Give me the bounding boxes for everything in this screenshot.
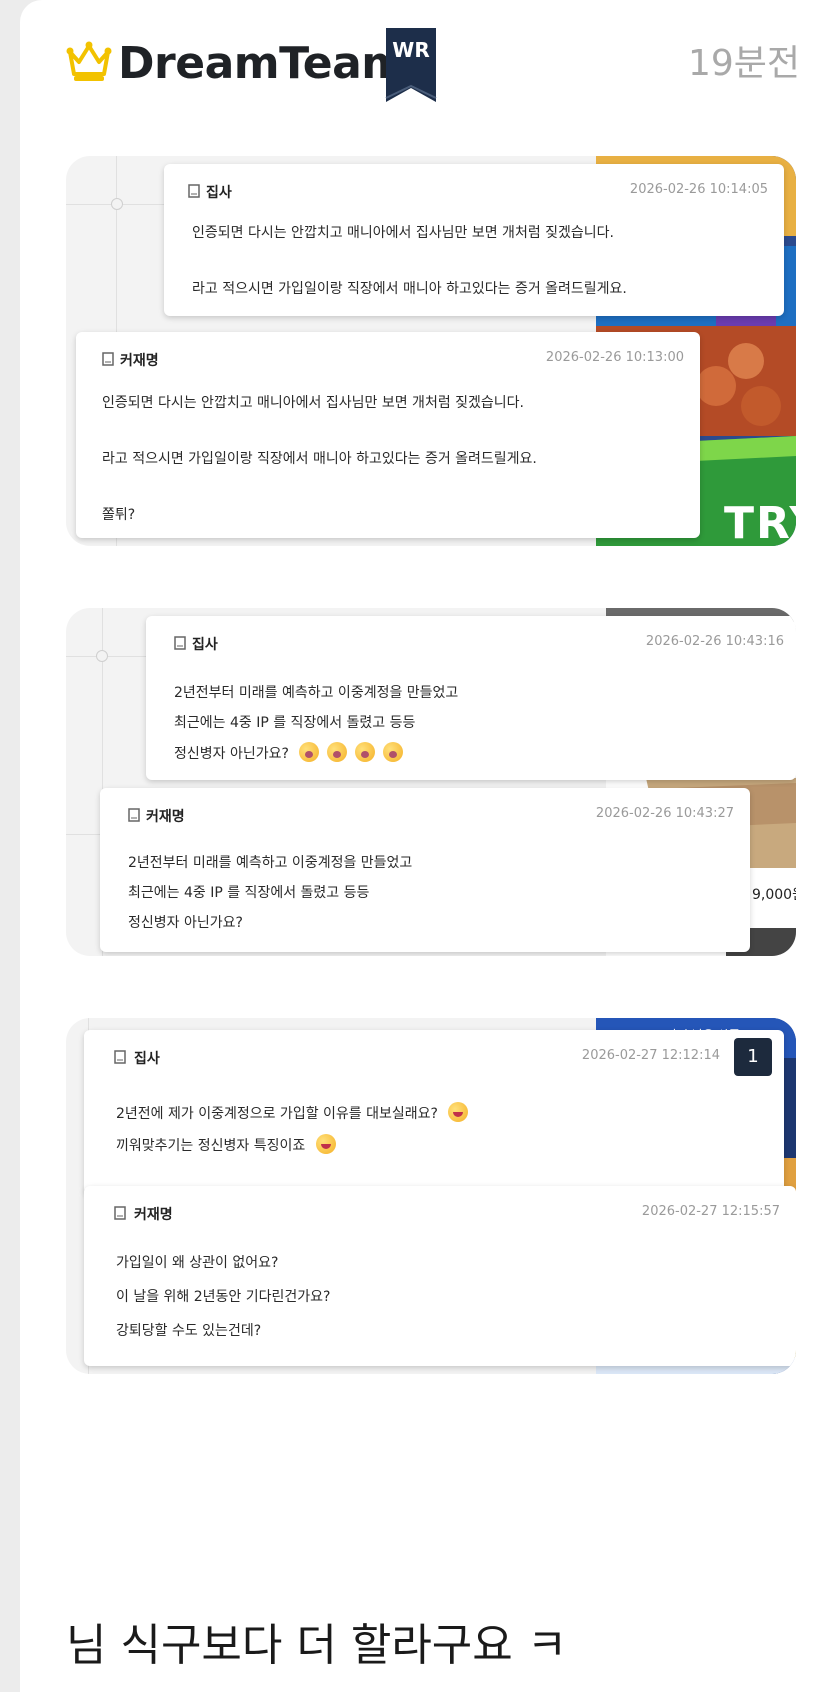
comment-text: 2년전에 제가 이중계정으로 가입할 이유를 대보실래요?: [116, 1106, 438, 1122]
comment-author: 집사: [134, 1051, 160, 1067]
comment-line: 이 날을 위해 2년동안 기다린건가요?: [116, 1289, 331, 1305]
comment-timestamp: 2026-02-27 12:12:14: [581, 1048, 720, 1063]
comment-top-2: 집사 2026-02-26 10:43:16 2년전부터 미래를 예측하고 이중…: [146, 616, 796, 780]
comment-line: 인증되면 다시는 안깝치고 매니아에서 집사님만 보면 개처럼 짖겠습니다.: [192, 225, 614, 241]
product-price-text: 9,000원: [752, 887, 796, 903]
comment-timestamp: 2026-02-26 10:13:00: [545, 350, 684, 365]
grade-icon: [114, 1050, 126, 1064]
comment-top-3: 집사 2026-02-27 12:12:14 1 2년전에 제가 이중계정으로 …: [84, 1030, 784, 1194]
comment-line: 쫄튀?: [102, 507, 136, 523]
comment-timestamp: 2026-02-26 10:14:05: [629, 182, 768, 197]
comment-line: 끼워맞추기는 정신병자 특징이죠: [116, 1134, 344, 1155]
grade-icon: [102, 352, 114, 366]
comment-timestamp: 2026-02-26 10:43:27: [595, 806, 734, 821]
comment-bottom-3: 커재명 2026-02-27 12:15:57 가입일이 왜 상관이 없어요? …: [84, 1186, 796, 1366]
comment-author: 집사: [192, 637, 218, 653]
grade-icon: [114, 1206, 126, 1220]
comment-text: 정신병자 아닌가요?: [174, 746, 289, 762]
comment-top-1: 집사 2026-02-26 10:14:05 인증되면 다시는 안깝치고 매니아…: [164, 164, 784, 316]
screenshot-image-3: 마진 남은 상품 집사 2026-02-27 12:12:14 1 2년전에 제…: [66, 1018, 796, 1374]
post-card: DreamTeam WR 19분전 TRY 집사 20: [20, 0, 840, 1692]
comment-author: 커재명: [146, 809, 185, 825]
grade-icon: [174, 636, 186, 650]
wr-badge-label: WR: [392, 38, 430, 62]
comment-line: 인증되면 다시는 안깝치고 매니아에서 집사님만 보면 개처럼 짖겠습니다.: [102, 395, 524, 411]
comment-line: 정신병자 아닌가요?: [174, 742, 411, 763]
game-thumbnail-text: TRY: [724, 498, 796, 546]
comment-line: 라고 적으시면 가입일이랑 직장에서 매니아 하고있다는 증거 올려드릴게요.: [192, 281, 627, 297]
post-body-text: 님 식구보다 더 할라구요 ㅋ: [66, 1620, 568, 1671]
comment-line: 2년전에 제가 이중계정으로 가입할 이유를 대보실래요?: [116, 1102, 476, 1123]
comment-line: 최근에는 4중 IP 를 직장에서 돌렸고 등등: [128, 885, 370, 901]
comment-text: 끼워맞추기는 정신병자 특징이죠: [116, 1138, 306, 1154]
crying-emoji-icon: [355, 742, 376, 762]
laughing-emoji-icon: [448, 1102, 469, 1122]
crying-emoji-icon: [383, 742, 404, 762]
comment-line: 강퇴당할 수도 있는건데?: [116, 1323, 262, 1339]
post-time-ago: 19분전: [687, 43, 800, 84]
comment-line: 2년전부터 미래를 예측하고 이중계정을 만들었고: [174, 685, 459, 701]
comment-timestamp: 2026-02-26 10:43:16: [645, 634, 784, 649]
comment-bottom-1: 커재명 2026-02-26 10:13:00 인증되면 다시는 안깝치고 매니…: [76, 332, 700, 538]
crown-icon: [66, 41, 112, 81]
screenshot-image-1: TRY 집사 2026-02-26 10:14:05 인증되면 다시는 안깝치고…: [66, 156, 796, 546]
author-name[interactable]: DreamTeam: [118, 38, 407, 90]
comment-author: 커재명: [134, 1207, 173, 1223]
comment-count-badge[interactable]: 1: [734, 1038, 772, 1076]
crying-emoji-icon: [327, 742, 348, 762]
laughing-emoji-icon: [315, 1134, 336, 1154]
grade-icon: [128, 808, 140, 822]
comment-timestamp: 2026-02-27 12:15:57: [641, 1204, 780, 1219]
comment-line: 가입일이 왜 상관이 없어요?: [116, 1255, 279, 1271]
crying-emoji-icon: [299, 742, 320, 762]
screenshot-image-2: 9,000원 집사 2026-02-26 10:43:16 2년전부터 미래를 …: [66, 608, 796, 956]
comment-author: 집사: [206, 185, 232, 201]
grade-icon: [188, 184, 200, 198]
post-header: DreamTeam WR 19분전: [20, 0, 840, 130]
comment-line: 2년전부터 미래를 예측하고 이중계정을 만들었고: [128, 855, 413, 871]
comment-line: 라고 적으시면 가입일이랑 직장에서 매니아 하고있다는 증거 올려드릴게요.: [102, 451, 537, 467]
comment-line: 정신병자 아닌가요?: [128, 915, 243, 931]
comment-line: 최근에는 4중 IP 를 직장에서 돌렸고 등등: [174, 715, 416, 731]
comment-author: 커재명: [120, 353, 159, 369]
comment-bottom-2: 커재명 2026-02-26 10:43:27 2년전부터 미래를 예측하고 이…: [100, 788, 750, 952]
